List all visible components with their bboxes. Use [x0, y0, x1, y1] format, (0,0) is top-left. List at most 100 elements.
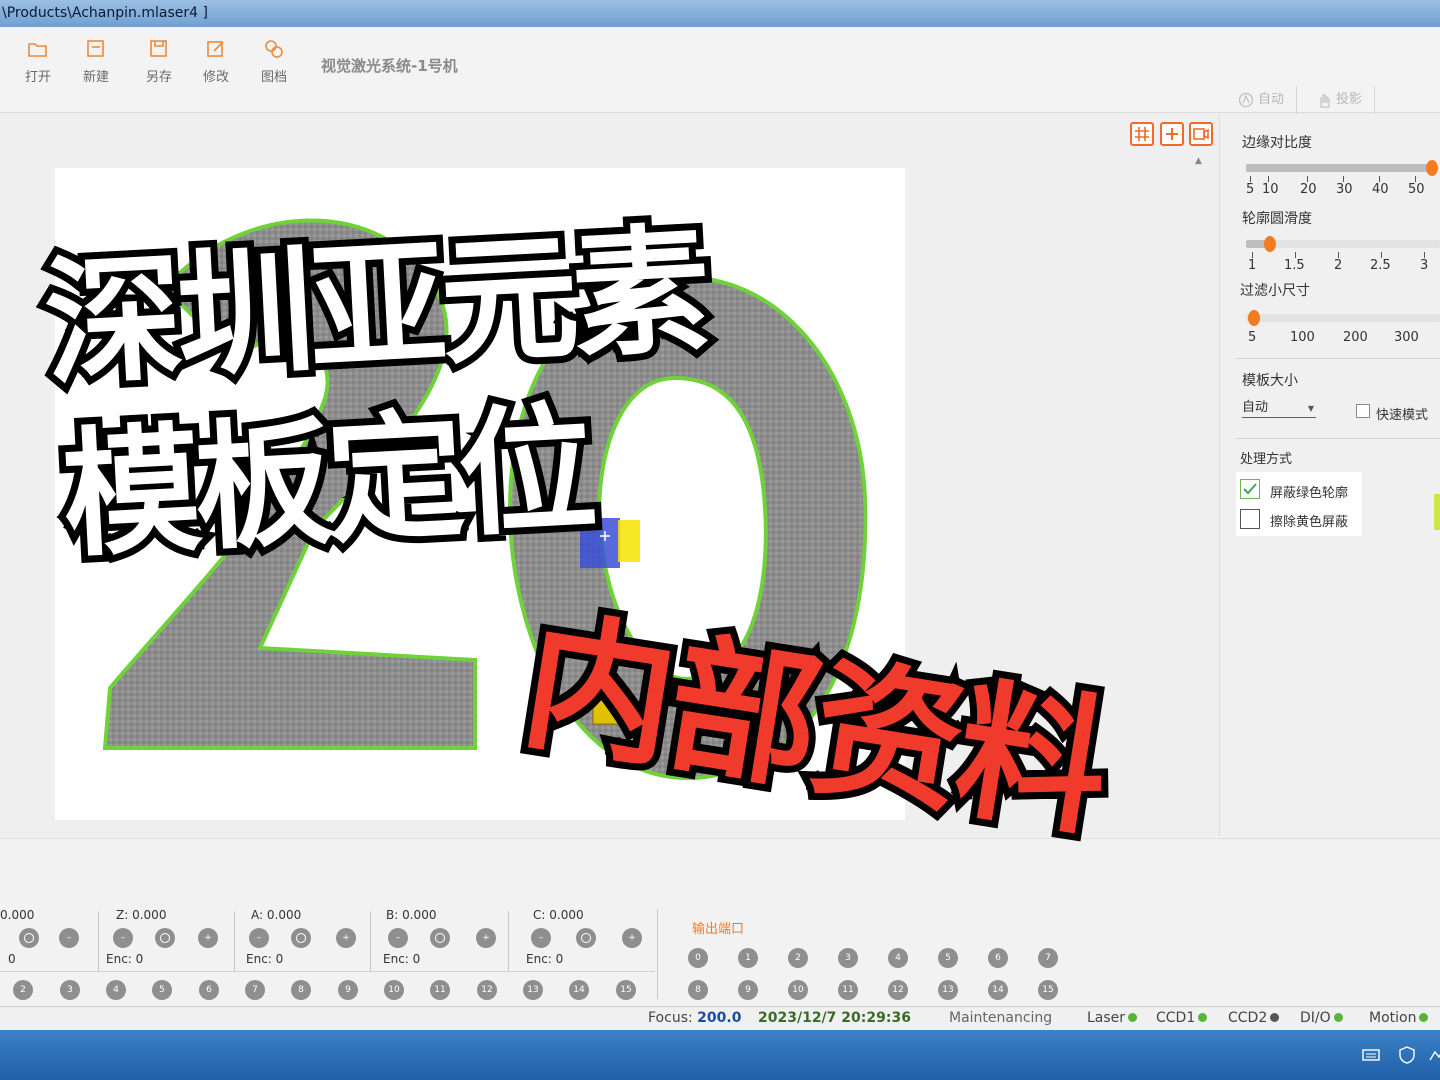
output-port-button[interactable]: 11: [838, 980, 858, 1000]
shield-icon[interactable]: [1398, 1046, 1416, 1064]
fast-mode-label: 快速模式: [1376, 408, 1429, 423]
fast-mode-checkbox[interactable]: [1356, 404, 1370, 418]
edge-contrast-thumb[interactable]: [1426, 160, 1438, 176]
filter-size-thumb[interactable]: [1248, 310, 1260, 326]
input-port-indicator: 2: [13, 980, 33, 1000]
input-port-indicator: 13: [523, 980, 543, 1000]
enc-label: Enc:: [106, 952, 132, 966]
digit-two-shape: [102, 218, 477, 750]
jog-button[interactable]: [291, 928, 311, 948]
camera-canvas[interactable]: [55, 168, 905, 820]
filter-size-slider[interactable]: [1246, 310, 1440, 326]
axis-b-enc: 0: [412, 952, 421, 966]
output-port-button[interactable]: 14: [988, 980, 1008, 1000]
template-size-label: 模板大小: [1242, 373, 1298, 389]
jog-plus-button[interactable]: +: [476, 928, 496, 948]
network-icon[interactable]: [1428, 1046, 1440, 1064]
focus-label: Focus:: [648, 1010, 693, 1026]
jog-plus-button[interactable]: +: [198, 928, 218, 948]
output-port-button[interactable]: 12: [888, 980, 908, 1000]
tab-auto[interactable]: 自动: [1236, 86, 1298, 114]
template-size-select[interactable]: 自动 ▼: [1242, 396, 1316, 418]
erase-yellow-checkbox[interactable]: [1240, 509, 1260, 529]
jog-button[interactable]: [576, 928, 596, 948]
axis-b-value: 0.000: [402, 908, 437, 922]
axis-x-enc: 0: [8, 952, 16, 966]
output-port-button[interactable]: 4: [888, 948, 908, 968]
tick-label: 200: [1343, 330, 1368, 345]
edit-button[interactable]: 修改: [190, 35, 242, 91]
jog-minus-button[interactable]: –: [113, 928, 133, 948]
tab-projection[interactable]: 投影: [1314, 86, 1376, 114]
input-port-indicator: 9: [338, 980, 358, 1000]
input-port-indicator: 11: [430, 980, 450, 1000]
output-port-button[interactable]: 5: [938, 948, 958, 968]
jog-plus-button[interactable]: +: [622, 928, 642, 948]
yellow-color-swatch[interactable]: [1434, 494, 1440, 530]
status-led-icon: [1128, 1013, 1138, 1022]
grid-view-button[interactable]: [1130, 122, 1154, 146]
tab-projection-label: 投影: [1336, 92, 1363, 107]
dio-label: DI/O: [1300, 1010, 1331, 1026]
axis-c-enc: 0: [555, 952, 564, 966]
axis-a-label: A:: [251, 908, 264, 922]
jog-button[interactable]: [430, 928, 450, 948]
output-port-button[interactable]: 8: [688, 980, 708, 1000]
output-port-button[interactable]: 0: [688, 948, 708, 968]
output-port-button[interactable]: 6: [988, 948, 1008, 968]
crosshair-button[interactable]: [1160, 122, 1184, 146]
jog-minus-button[interactable]: –: [249, 928, 269, 948]
save-as-button[interactable]: 另存: [133, 35, 185, 91]
mask-green-checkbox[interactable]: [1240, 479, 1260, 499]
input-port-indicator: 7: [245, 980, 265, 1000]
output-port-button[interactable]: 7: [1038, 948, 1058, 968]
open-button[interactable]: 打开: [12, 35, 64, 91]
jog-minus-button[interactable]: –: [59, 928, 79, 948]
new-button[interactable]: 新建: [70, 35, 122, 91]
contour-smooth-slider[interactable]: [1246, 236, 1440, 252]
axis-z-readout: Z: 0.000: [116, 908, 166, 922]
yellow-marker: [618, 520, 640, 562]
input-port-indicator: 8: [291, 980, 311, 1000]
scroll-up-arrow-icon[interactable]: ▲: [1195, 156, 1202, 166]
output-port-button[interactable]: 13: [938, 980, 958, 1000]
keyboard-icon[interactable]: [1362, 1046, 1380, 1064]
jog-button[interactable]: [155, 928, 175, 948]
tick-label: 2: [1334, 258, 1343, 273]
tick-label: 40: [1372, 182, 1389, 197]
jog-minus-button[interactable]: –: [531, 928, 551, 948]
output-port-button[interactable]: 9: [738, 980, 758, 1000]
output-port-button[interactable]: 1: [738, 948, 758, 968]
image-view[interactable]: ▲: [0, 114, 1220, 836]
library-button[interactable]: 图档: [248, 35, 300, 91]
input-port-indicator: 3: [60, 980, 80, 1000]
tick-label: 2.5: [1370, 258, 1391, 273]
camera-record-button[interactable]: [1189, 122, 1213, 146]
axis-b-label: B:: [386, 908, 399, 922]
dio-status: DI/O: [1300, 1010, 1343, 1026]
auto-icon: [1238, 92, 1254, 108]
output-port-button[interactable]: 15: [1038, 980, 1058, 1000]
contour-smooth-tickmarks: [1246, 252, 1440, 258]
divider: [657, 909, 658, 999]
axis-b-enc-readout: Enc: 0: [383, 952, 420, 966]
jog-button[interactable]: [19, 928, 39, 948]
output-port-button[interactable]: 2: [788, 948, 808, 968]
contour-smooth-thumb[interactable]: [1264, 236, 1276, 252]
processing-label: 处理方式: [1240, 452, 1293, 467]
edge-contrast-slider[interactable]: [1246, 160, 1438, 176]
input-port-indicator: 12: [477, 980, 497, 1000]
motion-io-panel: 0.000 0 Z: 0.000 Enc: 0 A: 0.000 Enc: 0 …: [0, 838, 1440, 1006]
tick-label: 50: [1408, 182, 1425, 197]
output-port-button[interactable]: 10: [788, 980, 808, 1000]
jog-plus-button[interactable]: +: [336, 928, 356, 948]
ccd1-label: CCD1: [1156, 1010, 1196, 1026]
jog-minus-button[interactable]: –: [388, 928, 408, 948]
tab-auto-label: 自动: [1258, 92, 1285, 107]
divider: [0, 971, 655, 972]
divider: [1236, 438, 1440, 439]
output-port-button[interactable]: 3: [838, 948, 858, 968]
library-label: 图档: [260, 70, 287, 85]
axis-c-readout: C: 0.000: [533, 908, 584, 922]
edit-label: 修改: [202, 70, 229, 85]
